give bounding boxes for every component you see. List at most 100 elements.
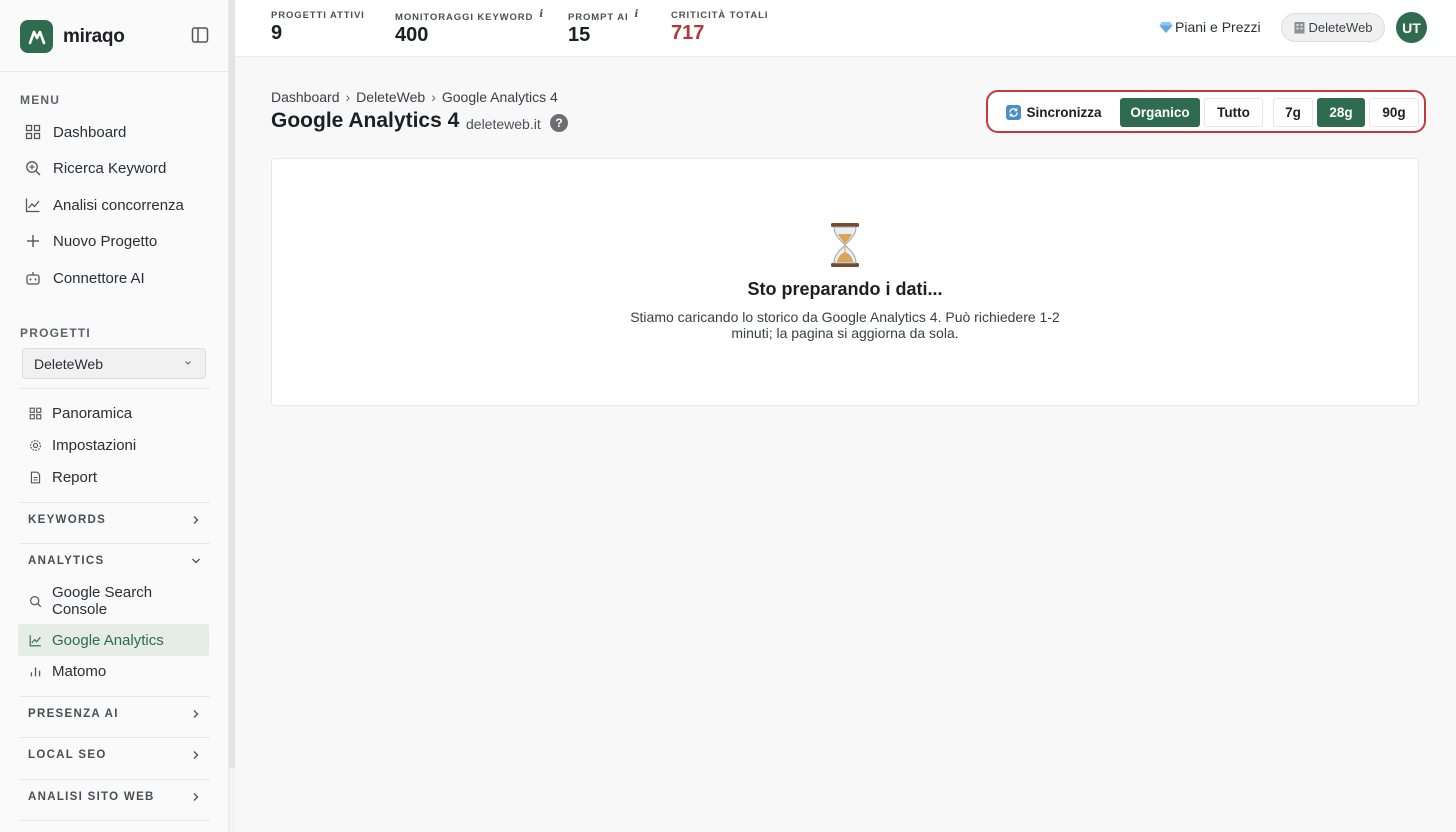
search-plus-icon xyxy=(24,159,42,177)
nav-analisi-concorrenza[interactable]: Analisi concorrenza xyxy=(20,190,210,220)
nav-dashboard[interactable]: Dashboard xyxy=(20,117,210,147)
nav-label: Report xyxy=(52,468,98,486)
nav-label: Matomo xyxy=(52,662,107,680)
stat-monitoraggi-keyword: MONITORAGGI KEYWORD i 400 xyxy=(395,9,545,47)
sidebar-scrollbar-thumb[interactable] xyxy=(229,0,235,768)
range-28g[interactable]: 28g xyxy=(1317,98,1365,127)
projects-section-label: PROGETTI xyxy=(20,326,91,340)
nav-label: Google Analytics xyxy=(52,631,164,649)
loading-title: Sto preparando i dati... xyxy=(747,279,943,299)
nav-connettore-ai[interactable]: Connettore AI xyxy=(20,263,210,293)
stat-value: 9 xyxy=(271,22,283,44)
nav-google-search-console[interactable]: Google Search Console xyxy=(20,584,210,618)
group-presenza-ai[interactable]: PRESENZA AI xyxy=(20,699,210,729)
sync-button[interactable]: Sincronizza xyxy=(998,98,1110,127)
chevron-right-icon xyxy=(193,793,199,801)
avatar[interactable]: UT xyxy=(1396,12,1427,43)
chevron-right-icon xyxy=(193,710,199,718)
top-bar: PROGETTI ATTIVI 9 MONITORAGGI KEYWORD i 4… xyxy=(235,0,1456,57)
document-icon xyxy=(28,470,42,484)
divider xyxy=(20,696,210,697)
nav-label: Connettore AI xyxy=(53,269,145,287)
nav-label: Nuovo Progetto xyxy=(53,232,158,250)
group-keywords[interactable]: KEYWORDS xyxy=(20,505,210,535)
nav-label: Dashboard xyxy=(53,123,127,141)
info-icon[interactable]: i xyxy=(539,9,544,20)
logo-text[interactable]: miraqo xyxy=(63,26,125,48)
divider xyxy=(20,388,210,389)
group-label: ANALYTICS xyxy=(28,555,105,567)
logo-icon xyxy=(28,30,45,44)
nav-label: Analisi concorrenza xyxy=(53,196,184,214)
group-local-seo[interactable]: LOCAL SEO xyxy=(20,740,210,770)
building-icon xyxy=(1294,22,1305,34)
project-select-value: DeleteWeb xyxy=(34,355,104,372)
filter-tutto[interactable]: Tutto xyxy=(1204,98,1263,127)
group-label: PRESENZA AI xyxy=(28,708,119,720)
stat-label: PROMPT AI i xyxy=(568,9,640,23)
divider xyxy=(20,502,210,503)
account-switcher[interactable]: DeleteWeb xyxy=(1281,13,1385,42)
logo-mark[interactable] xyxy=(20,20,53,53)
nav-nuovo-progetto[interactable]: Nuovo Progetto xyxy=(20,226,210,256)
range-90g[interactable]: 90g xyxy=(1369,98,1419,127)
stat-progetti-attivi: PROGETTI ATTIVI 9 xyxy=(271,10,365,45)
nav-panoramica[interactable]: Panoramica xyxy=(20,403,210,423)
group-analisi-sito-web[interactable]: ANALISI SITO WEB xyxy=(20,782,210,812)
chevron-down-icon xyxy=(185,361,191,365)
nav-ricerca-keyword[interactable]: Ricerca Keyword xyxy=(20,153,210,183)
plus-icon xyxy=(24,232,42,250)
page-domain: deleteweb.it xyxy=(466,116,541,132)
stat-value: 400 xyxy=(395,24,429,46)
filter-controls: Sincronizza Organico Tutto 7g 28g 90g xyxy=(986,90,1426,133)
stat-label: CRITICITÀ TOTALI xyxy=(671,10,769,21)
divider xyxy=(20,737,210,738)
plans-link[interactable]: Piani e Prezzi xyxy=(1159,19,1261,35)
bar-chart-icon xyxy=(28,664,42,678)
sidebar-toggle-icon[interactable] xyxy=(191,26,209,44)
filter-organico[interactable]: Organico xyxy=(1120,98,1200,127)
hourglass-icon xyxy=(831,223,859,267)
sync-icon xyxy=(1006,105,1022,120)
sidebar: miraqo MENU Dashboard Ricerca Keyword An… xyxy=(0,0,229,832)
page-title: Google Analytics 4 xyxy=(271,109,460,132)
group-analytics[interactable]: ANALYTICS xyxy=(20,546,210,576)
divider xyxy=(20,820,210,821)
help-icon[interactable]: ? xyxy=(550,114,568,132)
stat-prompt-ai: PROMPT AI i 15 xyxy=(568,9,640,47)
group-label: ANALISI SITO WEB xyxy=(28,791,155,803)
range-7g[interactable]: 7g xyxy=(1273,98,1313,127)
breadcrumb-current: Google Analytics 4 xyxy=(441,89,558,105)
info-icon[interactable]: i xyxy=(635,9,640,20)
stat-label: MONITORAGGI KEYWORD i xyxy=(395,9,545,23)
breadcrumb-dashboard[interactable]: Dashboard xyxy=(271,89,340,105)
breadcrumb-project[interactable]: DeleteWeb xyxy=(356,89,425,105)
loading-description: Stiamo caricando lo storico da Google An… xyxy=(630,309,1060,341)
line-chart-icon xyxy=(28,633,42,647)
group-label: LOCAL SEO xyxy=(28,749,107,761)
divider xyxy=(20,779,210,780)
sidebar-header: miraqo xyxy=(0,0,228,72)
project-select[interactable]: DeleteWeb xyxy=(22,348,206,379)
chevron-right-icon xyxy=(193,751,199,759)
account-label: DeleteWeb xyxy=(1308,20,1373,35)
stat-label: PROGETTI ATTIVI xyxy=(271,10,365,21)
nav-report[interactable]: Report xyxy=(20,467,210,487)
sync-label: Sincronizza xyxy=(1026,105,1102,120)
gear-icon xyxy=(28,438,42,452)
gem-icon xyxy=(1159,22,1173,33)
grid-icon xyxy=(28,406,42,420)
nav-label: Google Search Console xyxy=(52,584,153,618)
nav-label: Impostazioni xyxy=(52,436,137,454)
breadcrumb: Dashboard › DeleteWeb › Google Analytics… xyxy=(271,89,558,105)
stat-criticita-totali: CRITICITÀ TOTALI 717 xyxy=(671,10,768,45)
divider xyxy=(20,543,210,544)
nav-google-analytics[interactable]: Google Analytics xyxy=(18,624,209,656)
nav-impostazioni[interactable]: Impostazioni xyxy=(20,435,210,455)
nav-matomo[interactable]: Matomo xyxy=(20,661,210,681)
stat-value: 15 xyxy=(568,24,591,46)
line-chart-icon xyxy=(24,196,42,214)
group-label: KEYWORDS xyxy=(28,514,107,526)
grid-icon xyxy=(24,123,42,141)
robot-icon xyxy=(24,269,42,287)
